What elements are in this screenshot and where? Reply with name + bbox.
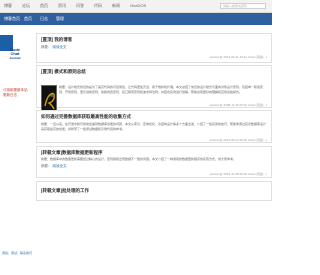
sidebar-bottom-links[interactable]: 阅读，测试，联系我们 [2, 251, 32, 255]
post-card-5: [转载文章]批处理的工作 [36, 181, 272, 201]
blog-header: 博客首页 首页 日志 管理 [0, 13, 272, 25]
post-meta-label-4: 摘要： [41, 164, 52, 168]
post-thumbnail [41, 85, 57, 112]
top-navbar: 博客 论坛 首页 资讯 问答 代码 新闻 OneDOS 请输入搜索关键字 [0, 0, 272, 13]
post-card-1: [置顶] 我的博客 摘要： 阅读全文 posted @ 2013-03-11 1… [36, 33, 272, 63]
header-link-2[interactable]: 首页 [24, 16, 32, 22]
blog-logo: Code Chat Journal [0, 48, 30, 61]
topnav-link-6[interactable]: 代码 [94, 3, 102, 8]
topnav-link-4[interactable]: 资讯 [58, 3, 66, 8]
post-title-1[interactable]: [置顶] 我的博客 [41, 37, 72, 43]
post-card-3: 如何通过完善数据库获取最高性能的收集方式 摘要：一直以来，在开发中我们常常会遇到… [36, 110, 272, 143]
post-title-2[interactable]: [置顶] 模式和原则总结 [41, 69, 86, 75]
topnav-link-2[interactable]: 论坛 [22, 3, 30, 8]
post-footer-1: posted @ 2013-03-11 10:21 Justin 阅读(...) [209, 55, 267, 59]
read-more-link-4[interactable]: 阅读全文 [52, 164, 66, 168]
logo-line-3: Journal [9, 56, 21, 60]
topnav-link-1[interactable]: 博客 [4, 3, 12, 8]
post-meta-4: 摘要： 阅读全文 [41, 164, 66, 169]
header-link-4[interactable]: 管理 [56, 16, 64, 22]
post-footer-2: posted @ 2008-11-30 00:00 Justin 阅读(...) [209, 103, 267, 107]
topnav-link-8[interactable]: OneDOS [130, 3, 146, 8]
header-link-3[interactable]: 日志 [40, 16, 48, 22]
post-excerpt-2: 摘要：设计模式的目的是为了提高代码的可复用性，让代码更加灵活、易于维护和扩展。本… [59, 85, 264, 94]
post-excerpt-4: 摘要：数据库中的数据更新需要经过精心的设计，否则容易出现数据不一致的问题。本文介… [41, 157, 237, 161]
post-footer-4: posted @ 2013-11-08 09:00 Justin 阅读(...) [209, 172, 267, 176]
topnav-link-7[interactable]: 新闻 [112, 3, 120, 8]
post-excerpt-3: 摘要：一直以来，在开发中我们常常会遇到数据库性能的问题，本文从索引、查询优化、表… [41, 122, 267, 131]
post-meta-1: 摘要： 阅读全文 [41, 45, 66, 50]
post-card-2: [置顶] 模式和原则总结 摘要：设计模式的目的是为了提高代码的可复用性，让代码更… [36, 65, 272, 112]
post-title-3[interactable]: 如何通过完善数据库获取最高性能的收集方式 [41, 114, 131, 120]
post-card-4: [转载文章]数据库数据更新程序 摘要：数据库中的数据更新需要经过精心的设计，否则… [36, 146, 272, 178]
post-title-4[interactable]: [转载文章]数据库数据更新程序 [41, 150, 103, 156]
sidebar-subscribe-link[interactable]: 订阅和更新本站更新日志 [3, 88, 30, 98]
topnav-link-5[interactable]: 问答 [76, 3, 84, 8]
search-input[interactable]: 请输入搜索关键字 [220, 3, 266, 9]
read-more-link-1[interactable]: 阅读全文 [52, 45, 66, 49]
dragon-image [42, 86, 56, 111]
topnav-link-3[interactable]: 首页 [40, 3, 48, 8]
post-footer-3: posted @ 2013-05-22 09:00 Justin 阅读(...) [209, 138, 267, 142]
sidebar: Code Chat Journal 订阅和更新本站更新日志 阅读，测试，联系我们 [0, 25, 32, 275]
post-meta-label-1: 摘要： [41, 45, 52, 49]
post-title-5[interactable]: [转载文章]批处理的工作 [41, 188, 89, 194]
header-link-1[interactable]: 博客首页 [4, 16, 20, 22]
